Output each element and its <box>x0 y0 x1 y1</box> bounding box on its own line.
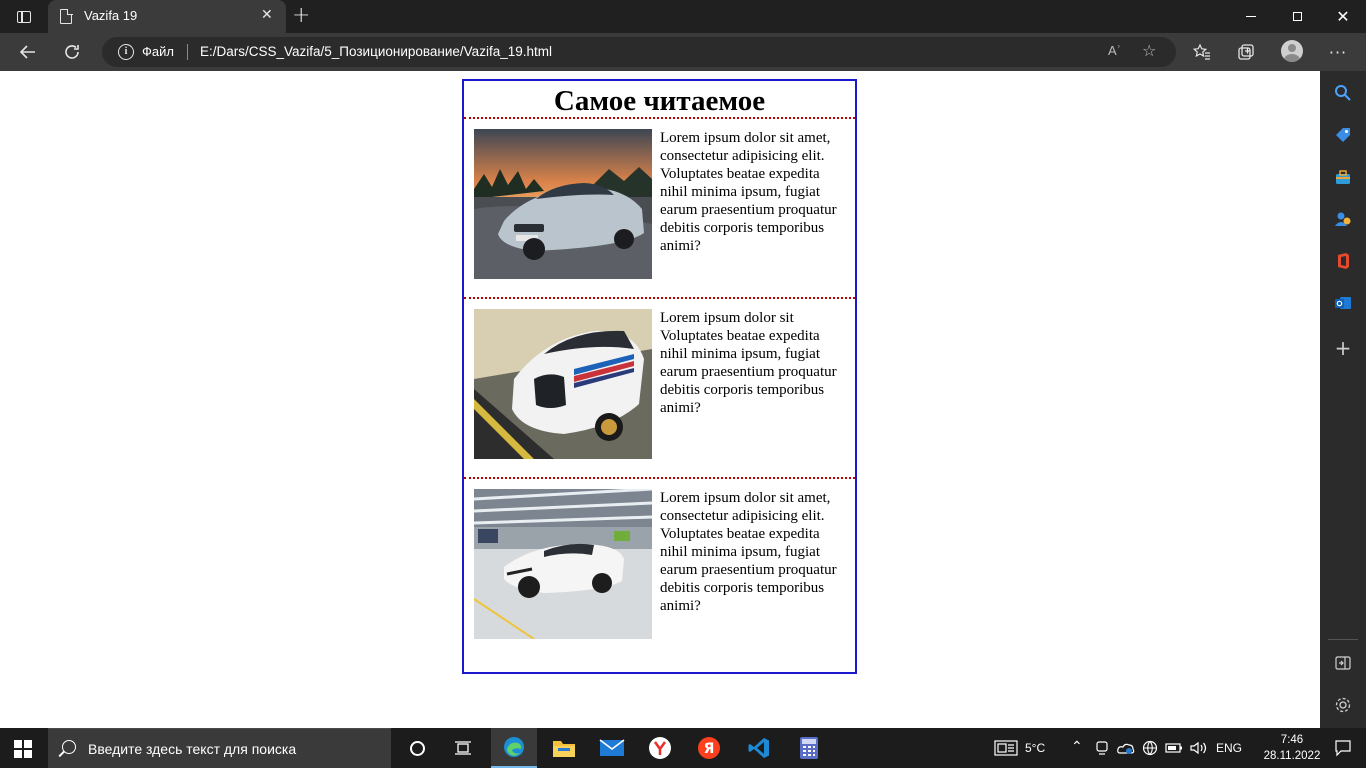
task-view-icon[interactable] <box>440 728 486 768</box>
windows-logo-icon <box>14 740 22 748</box>
info-icon[interactable]: i <box>118 44 134 60</box>
page-heading: Самое читаемое <box>464 81 855 119</box>
article-item: Lorem ipsum dolor sit amet, consectetur … <box>464 119 855 299</box>
page-icon <box>60 8 73 24</box>
mail-icon[interactable] <box>589 728 635 768</box>
close-tab-icon[interactable]: ✕ <box>261 7 273 23</box>
refresh-button[interactable] <box>56 33 88 71</box>
back-arrow-icon <box>19 45 35 59</box>
volume-icon[interactable] <box>1188 728 1210 768</box>
address-scheme: Файл <box>142 44 174 59</box>
notifications-icon[interactable] <box>1320 728 1366 768</box>
search-placeholder: Введите здесь текст для поиска <box>88 741 297 757</box>
input-language[interactable]: ENG <box>1216 741 1242 755</box>
article-image-bmw-csl <box>474 309 652 459</box>
browser-toolbar: i Файл E:/Dars/CSS_Vazifa/5_Позициониров… <box>0 33 1366 71</box>
address-url[interactable]: E:/Dars/CSS_Vazifa/5_Позиционирование/Va… <box>200 44 552 59</box>
onedrive-icon[interactable] <box>1116 728 1136 768</box>
tab-title: Vazifa 19 <box>84 8 138 23</box>
article-item: Lorem ipsum dolor sit amet, consectetur … <box>464 479 855 659</box>
address-bar[interactable]: i Файл E:/Dars/CSS_Vazifa/5_Позициониров… <box>102 37 1176 67</box>
add-favorite-icon[interactable]: ☆ <box>1142 41 1156 60</box>
minimize-button[interactable] <box>1228 0 1274 33</box>
file-explorer-icon[interactable] <box>541 728 587 768</box>
tray-overflow-chevron-icon[interactable]: ⌃ <box>1071 738 1083 755</box>
cortana-icon[interactable] <box>394 728 440 768</box>
yandex-icon[interactable]: Я <box>686 728 732 768</box>
restore-icon <box>1292 12 1302 21</box>
sidebar-divider <box>1328 639 1358 640</box>
sidebar-hide-icon[interactable] <box>1332 652 1354 674</box>
collections-icon <box>1238 44 1254 60</box>
tab-actions-button[interactable] <box>8 6 40 28</box>
weather-temperature[interactable]: 5°C <box>1025 741 1045 755</box>
article-text: Lorem ipsum dolor sit amet, consectetur … <box>660 490 837 614</box>
article-image-lamborghini <box>474 489 652 639</box>
read-aloud-icon[interactable]: Aʾ <box>1108 43 1121 58</box>
new-tab-button[interactable]: + <box>292 3 310 28</box>
window-close-button[interactable]: ✕ <box>1320 0 1366 33</box>
address-separator <box>187 44 188 60</box>
taskbar-search[interactable]: Введите здесь текст для поиска <box>48 728 391 768</box>
start-button[interactable] <box>14 740 32 758</box>
sidebar-search-icon[interactable] <box>1332 82 1354 104</box>
svg-text:Я: Я <box>704 741 715 757</box>
yandex-browser-icon[interactable] <box>637 728 683 768</box>
sidebar-shopping-icon[interactable] <box>1332 124 1354 146</box>
restore-button[interactable] <box>1274 0 1320 33</box>
battery-icon[interactable] <box>1164 728 1184 768</box>
settings-more-button[interactable]: ··· <box>1322 33 1354 71</box>
meet-now-icon[interactable] <box>1092 728 1112 768</box>
favorites-button[interactable] <box>1186 33 1218 71</box>
profile-avatar[interactable] <box>1281 40 1303 62</box>
favorites-icon <box>1193 43 1210 60</box>
article-item: Lorem ipsum dolor sit Voluptates beatae … <box>464 299 855 479</box>
refresh-icon <box>65 45 79 59</box>
sidebar-tools-icon[interactable] <box>1332 166 1354 188</box>
calculator-icon[interactable] <box>786 728 832 768</box>
page-viewport: Самое читаемое Lorem ipsum dolor sit ame… <box>0 71 1320 728</box>
collections-button[interactable] <box>1230 33 1262 71</box>
edge-taskbar-icon[interactable] <box>491 728 537 768</box>
edge-sidebar: + <box>1320 71 1366 728</box>
taskbar-clock[interactable]: 7:46 28.11.2022 <box>1262 732 1322 764</box>
sidebar-settings-icon[interactable] <box>1332 694 1354 716</box>
vscode-icon[interactable] <box>736 728 782 768</box>
article-text: Lorem ipsum dolor sit amet, consectetur … <box>660 130 837 254</box>
minimize-icon <box>1246 16 1256 17</box>
browser-tab[interactable]: Vazifa 19 ✕ <box>48 0 286 33</box>
sidebar-games-icon[interactable] <box>1332 208 1354 230</box>
sidebar-outlook-icon[interactable] <box>1332 292 1354 314</box>
search-icon <box>62 740 76 754</box>
back-button[interactable] <box>12 33 44 71</box>
weather-icon[interactable] <box>988 728 1024 768</box>
title-bar: Vazifa 19 ✕ + ✕ <box>0 0 1366 33</box>
clock-time: 7:46 <box>1280 734 1304 746</box>
sidebar-add-icon[interactable]: + <box>1332 336 1354 360</box>
tab-actions-icon <box>17 10 31 23</box>
windows-taskbar: Введите здесь текст для поиска Я 5°C ⌃ E… <box>0 728 1366 768</box>
article-text: Lorem ipsum dolor sit Voluptates beatae … <box>660 310 837 416</box>
article-image-bmw-m4 <box>474 129 652 279</box>
network-globe-icon[interactable] <box>1140 728 1160 768</box>
clock-date: 28.11.2022 <box>1263 750 1321 762</box>
sidebar-office-icon[interactable] <box>1332 250 1354 272</box>
most-read-box: Самое читаемое Lorem ipsum dolor sit ame… <box>462 79 857 674</box>
